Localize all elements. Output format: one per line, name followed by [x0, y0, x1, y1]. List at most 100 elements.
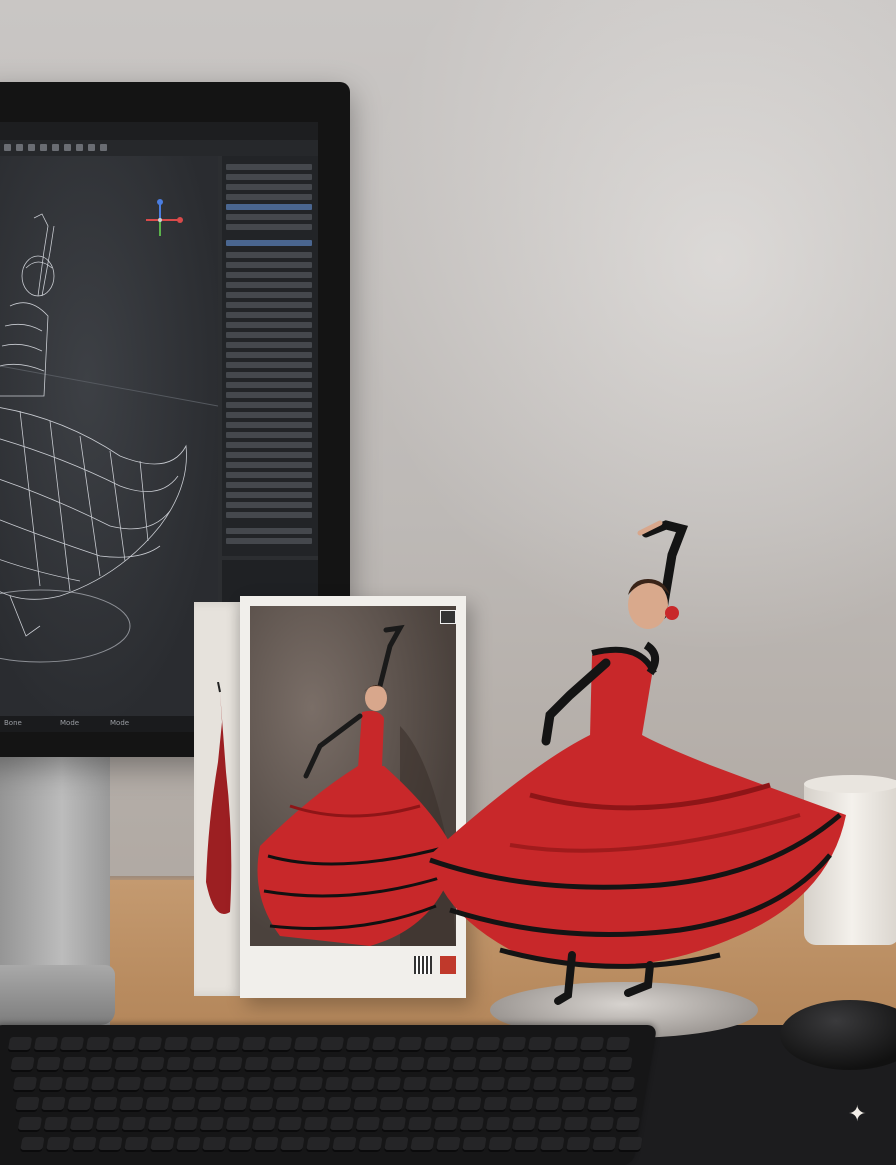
outliner-row[interactable]: [226, 272, 312, 278]
tool-button[interactable]: [4, 144, 11, 151]
keyboard-key[interactable]: [435, 1137, 461, 1152]
status-item[interactable]: Mode: [60, 719, 79, 727]
keyboard-key[interactable]: [225, 1117, 251, 1132]
3d-viewport[interactable]: [0, 156, 219, 716]
keyboard-key[interactable]: [407, 1117, 433, 1132]
keyboard-key[interactable]: [452, 1057, 477, 1072]
outliner-row-selected[interactable]: [226, 240, 312, 246]
outliner-row[interactable]: [226, 392, 312, 398]
keyboard-key[interactable]: [36, 1057, 61, 1072]
outliner-row[interactable]: [226, 332, 312, 338]
outliner-row[interactable]: [226, 412, 312, 418]
keyboard-key[interactable]: [331, 1137, 357, 1152]
keyboard-key[interactable]: [85, 1037, 111, 1052]
keyboard-key[interactable]: [483, 1097, 508, 1112]
keyboard-key[interactable]: [535, 1097, 560, 1112]
keyboard-key[interactable]: [10, 1057, 35, 1072]
keyboard-key[interactable]: [95, 1117, 121, 1132]
tool-button[interactable]: [16, 144, 23, 151]
keyboard-key[interactable]: [329, 1117, 355, 1132]
keyboard-key[interactable]: [319, 1037, 345, 1052]
keyboard-key[interactable]: [45, 1137, 71, 1152]
keyboard-key[interactable]: [301, 1097, 326, 1112]
keyboard-key[interactable]: [59, 1037, 85, 1052]
keyboard-key[interactable]: [251, 1117, 277, 1132]
keyboard-key[interactable]: [305, 1137, 331, 1152]
keyboard-key[interactable]: [123, 1137, 149, 1152]
tool-button[interactable]: [100, 144, 107, 151]
keyboard-key[interactable]: [241, 1037, 267, 1052]
keyboard-key[interactable]: [563, 1117, 589, 1132]
keyboard-key[interactable]: [537, 1117, 563, 1132]
keyboard-key[interactable]: [166, 1057, 191, 1072]
keyboard-key[interactable]: [513, 1137, 539, 1152]
keyboard-key[interactable]: [140, 1057, 165, 1072]
keyboard-key[interactable]: [350, 1077, 376, 1092]
outliner-row[interactable]: [226, 362, 312, 368]
keyboard-key[interactable]: [270, 1057, 295, 1072]
tool-button[interactable]: [28, 144, 35, 151]
keyboard-key[interactable]: [381, 1117, 407, 1132]
keyboard-key[interactable]: [532, 1077, 558, 1092]
outliner-row[interactable]: [226, 184, 312, 190]
outliner-row[interactable]: [226, 422, 312, 428]
keyboard-key[interactable]: [90, 1077, 116, 1092]
keyboard-key[interactable]: [277, 1117, 303, 1132]
scene-outliner[interactable]: [222, 156, 318, 556]
keyboard-key[interactable]: [501, 1037, 527, 1052]
keyboard-key[interactable]: [409, 1137, 435, 1152]
outliner-row[interactable]: [226, 462, 312, 468]
keyboard-key[interactable]: [608, 1057, 633, 1072]
outliner-row[interactable]: [226, 382, 312, 388]
keyboard-key[interactable]: [478, 1057, 503, 1072]
keyboard-key[interactable]: [454, 1077, 480, 1092]
keyboard-key[interactable]: [475, 1037, 501, 1052]
keyboard-key[interactable]: [88, 1057, 113, 1072]
keyboard-key[interactable]: [33, 1037, 59, 1052]
keyboard-key[interactable]: [504, 1057, 529, 1072]
keyboard-key[interactable]: [293, 1037, 319, 1052]
outliner-row[interactable]: [226, 282, 312, 288]
keyboard-key[interactable]: [121, 1117, 147, 1132]
outliner-row[interactable]: [226, 512, 312, 518]
keyboard-key[interactable]: [345, 1037, 371, 1052]
keyboard-key[interactable]: [348, 1057, 373, 1072]
keyboard-key[interactable]: [163, 1037, 189, 1052]
outliner-row[interactable]: [226, 214, 312, 220]
keyboard-key[interactable]: [530, 1057, 555, 1072]
keyboard-key[interactable]: [41, 1097, 66, 1112]
keyboard-key[interactable]: [43, 1117, 69, 1132]
keyboard-key[interactable]: [215, 1037, 241, 1052]
keyboard-key[interactable]: [218, 1057, 243, 1072]
keyboard-key[interactable]: [114, 1057, 139, 1072]
keyboard-key[interactable]: [584, 1077, 610, 1092]
keyboard-key[interactable]: [376, 1077, 402, 1092]
keyboard-key[interactable]: [383, 1137, 409, 1152]
keyboard-key[interactable]: [116, 1077, 142, 1092]
keyboard-key[interactable]: [189, 1037, 215, 1052]
keyboard-key[interactable]: [428, 1077, 454, 1092]
keyboard-key[interactable]: [244, 1057, 269, 1072]
keyboard-key[interactable]: [327, 1097, 352, 1112]
tool-button[interactable]: [52, 144, 59, 151]
keyboard-key[interactable]: [355, 1117, 381, 1132]
keyboard-key[interactable]: [374, 1057, 399, 1072]
keyboard-key[interactable]: [615, 1117, 641, 1132]
keyboard-key[interactable]: [69, 1117, 95, 1132]
keyboard-key[interactable]: [12, 1077, 38, 1092]
tool-button[interactable]: [76, 144, 83, 151]
keyboard-key[interactable]: [397, 1037, 423, 1052]
keyboard-key[interactable]: [582, 1057, 607, 1072]
keyboard-key[interactable]: [223, 1097, 248, 1112]
keyboard-key[interactable]: [272, 1077, 298, 1092]
outliner-row[interactable]: [226, 402, 312, 408]
keyboard-key[interactable]: [137, 1037, 163, 1052]
keyboard-key[interactable]: [324, 1077, 350, 1092]
keyboard-key[interactable]: [64, 1077, 90, 1092]
keyboard-key[interactable]: [249, 1097, 274, 1112]
keyboard-key[interactable]: [246, 1077, 272, 1092]
keyboard-key[interactable]: [119, 1097, 144, 1112]
keyboard-key[interactable]: [527, 1037, 553, 1052]
keyboard-key[interactable]: [279, 1137, 305, 1152]
keyboard-key[interactable]: [449, 1037, 475, 1052]
